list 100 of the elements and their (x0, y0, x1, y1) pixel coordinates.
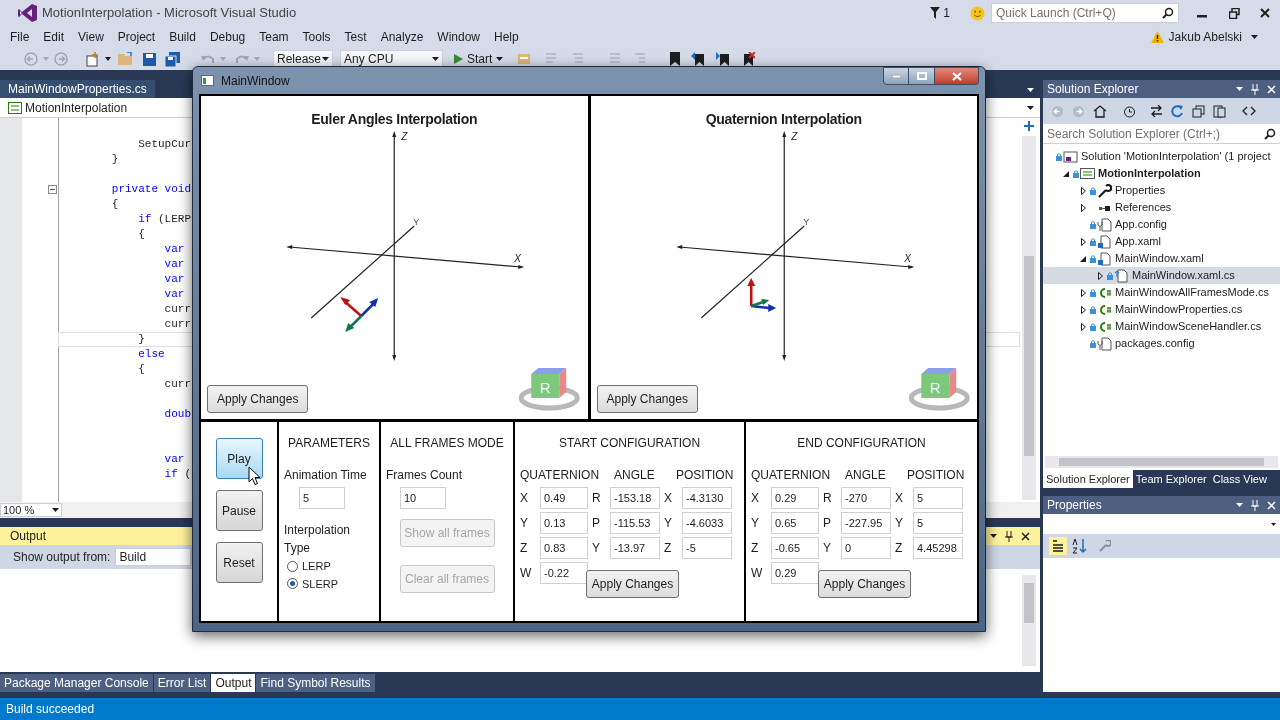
panel-tab[interactable]: Find Symbol Results (256, 674, 375, 692)
split-icon[interactable] (1024, 121, 1034, 131)
input-field[interactable]: 10 (400, 487, 446, 509)
save-all-icon[interactable] (165, 51, 180, 67)
minimize-button[interactable] (883, 67, 909, 85)
caret-icon[interactable] (1271, 522, 1276, 526)
input-field[interactable]: -0.65 (771, 537, 819, 559)
restore-icon[interactable] (1229, 7, 1240, 19)
apply-changes-button[interactable]: Apply Changes (586, 570, 679, 598)
caret-icon[interactable] (52, 508, 59, 512)
input-field[interactable]: 5 (913, 512, 963, 534)
menu-item[interactable]: Debug (209, 28, 246, 46)
playback-button[interactable]: Reset (215, 542, 263, 583)
viewport[interactable]: Z Y X R Euler Angles Interpolation Apply Changes (201, 96, 588, 419)
radio-button[interactable] (287, 560, 298, 572)
refresh-icon[interactable] (1171, 104, 1184, 118)
tree-item[interactable]: MotionInterpolation (1043, 165, 1280, 182)
folder-icon[interactable] (118, 52, 134, 66)
radio-option[interactable]: SLERP (287, 575, 374, 592)
collapse-icon[interactable] (48, 185, 57, 194)
collapse-all-icon[interactable] (1192, 104, 1205, 118)
collapsed-icon[interactable] (1079, 186, 1089, 195)
expanded-icon[interactable] (1062, 169, 1072, 178)
caret-icon[interactable] (990, 534, 997, 538)
input-field[interactable]: 0.29 (771, 487, 819, 509)
input-field[interactable]: 0 (841, 537, 891, 559)
caret-icon[interactable] (105, 57, 111, 61)
scrollbar[interactable] (1022, 575, 1036, 666)
caret-icon[interactable] (1251, 35, 1258, 39)
collapsed-icon[interactable] (1079, 203, 1089, 212)
caret-icon[interactable] (496, 57, 504, 61)
document-tab[interactable]: MainWindowProperties.cs (0, 80, 155, 98)
menu-item[interactable]: Build (169, 28, 196, 46)
panel-tab[interactable]: Error List (153, 674, 211, 692)
tree-item[interactable]: MainWindow.xaml (1043, 250, 1280, 267)
bookmark-icon[interactable] (691, 52, 706, 66)
new-project-icon[interactable] (85, 51, 100, 67)
tree-item[interactable]: MainWindowProperties.cs (1043, 301, 1280, 318)
caret-icon[interactable] (1027, 105, 1034, 110)
menu-item[interactable]: Analyze (380, 28, 424, 46)
alphabetical-icon[interactable] (1071, 538, 1087, 554)
sync-icon[interactable] (1150, 105, 1163, 117)
input-field[interactable]: 5 (913, 487, 963, 509)
tree-item[interactable]: App.xaml (1043, 233, 1280, 250)
input-field[interactable]: -227.95 (841, 512, 891, 534)
input-field[interactable]: 4.45298 (913, 537, 963, 559)
apply-changes-button[interactable]: Apply Changes (207, 385, 309, 413)
zoom-dropdown[interactable]: 100 % (0, 503, 62, 517)
menu-item[interactable]: Help (494, 28, 519, 46)
smiley-icon[interactable] (970, 5, 985, 21)
output-source-dropdown[interactable]: Build (115, 548, 192, 566)
caret-icon[interactable] (1236, 87, 1243, 91)
input-field[interactable]: 0.83 (540, 537, 588, 559)
panel-tab[interactable]: Output (211, 674, 256, 692)
expanded-icon[interactable] (1079, 254, 1089, 263)
radio-option[interactable]: LERP (287, 558, 374, 575)
save-icon[interactable] (143, 52, 156, 66)
notification-count[interactable]: 1 (943, 4, 950, 22)
menu-item[interactable]: Tools (302, 28, 331, 46)
menu-item[interactable]: File (10, 28, 30, 46)
menu-item[interactable]: Edit (43, 28, 65, 46)
input-field[interactable]: -0.22 (540, 562, 588, 584)
warning-icon[interactable] (1150, 31, 1164, 43)
menu-item[interactable]: Team (259, 28, 289, 46)
input-field[interactable]: -153.18 (610, 487, 660, 509)
collapsed-icon[interactable] (1079, 288, 1089, 297)
caret-icon[interactable] (1236, 503, 1243, 507)
close-button[interactable] (935, 67, 979, 85)
input-field[interactable]: -4.3130 (682, 487, 732, 509)
input-field[interactable]: -4.6033 (682, 512, 732, 534)
collapsed-icon[interactable] (1079, 237, 1089, 246)
input-field[interactable]: 5 (299, 487, 345, 509)
bookmark-icon[interactable] (716, 52, 731, 66)
quick-launch-field[interactable]: Quick Launch (Ctrl+Q) (991, 3, 1179, 23)
input-field[interactable]: 0.49 (540, 487, 588, 509)
playback-button[interactable]: Play (215, 438, 263, 479)
panel-tab[interactable]: Class View (1209, 470, 1270, 488)
collapsed-icon[interactable] (1079, 322, 1089, 331)
input-field[interactable]: 0.13 (540, 512, 588, 534)
tree-item[interactable]: MainWindow.xaml.cs (1043, 267, 1280, 284)
collapsed-icon[interactable] (1079, 305, 1089, 314)
apply-changes-button[interactable]: Apply Changes (596, 385, 698, 413)
caret-icon[interactable] (322, 57, 329, 61)
history-icon[interactable] (1123, 104, 1136, 118)
input-field[interactable]: -5 (682, 537, 732, 559)
collapsed-icon[interactable] (1096, 271, 1106, 280)
input-field[interactable]: 0.65 (771, 512, 819, 534)
viewport[interactable]: Z Y X R Quaternion Interpolation Apply Changes (590, 96, 977, 419)
user-name[interactable]: Jakub Abelski (1168, 28, 1242, 46)
apply-changes-button[interactable]: Apply Changes (818, 570, 911, 598)
home-icon[interactable] (1093, 104, 1107, 118)
tree-item[interactable]: References (1043, 199, 1280, 216)
maximize-button[interactable] (909, 67, 935, 85)
radio-button[interactable] (287, 578, 298, 590)
menu-item[interactable]: Test (344, 28, 367, 46)
tree-item[interactable]: packages.config (1043, 335, 1280, 352)
close-icon[interactable] (1260, 8, 1270, 18)
scrollbar[interactable] (1022, 136, 1036, 500)
playback-button[interactable]: Pause (215, 490, 263, 531)
tree-item[interactable]: App.config (1043, 216, 1280, 233)
